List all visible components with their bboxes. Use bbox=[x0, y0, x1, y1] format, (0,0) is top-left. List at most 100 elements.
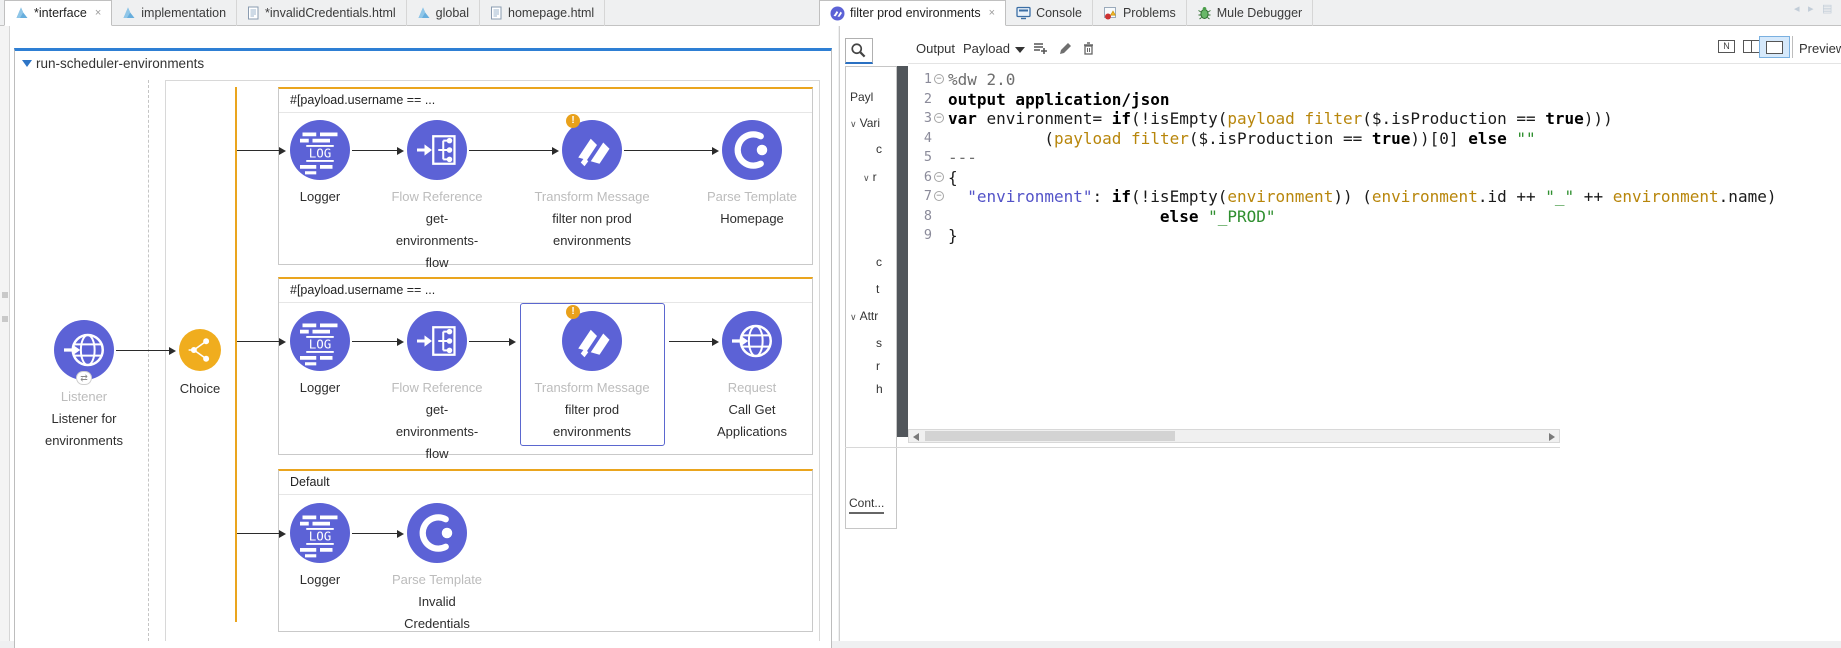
collapsed-palette-strip[interactable] bbox=[0, 26, 10, 641]
split-view-icon[interactable] bbox=[1743, 40, 1760, 53]
left-editor-tabs: *interface × implementation *invalidCrede… bbox=[4, 0, 606, 26]
tree-item-c[interactable]: c bbox=[876, 255, 882, 269]
code-text: --- bbox=[948, 148, 977, 167]
tree-bottom-tab[interactable]: Cont... bbox=[849, 496, 885, 514]
tree-search-button[interactable] bbox=[845, 38, 873, 64]
code-line: 3− var environment= if(!isEmpty(payload f… bbox=[915, 109, 1841, 129]
line-number: 9 bbox=[923, 227, 932, 243]
fold-collapse-icon[interactable]: − bbox=[934, 74, 944, 84]
tree-item-attr[interactable]: ∨ Attr bbox=[850, 309, 878, 323]
tree-item-h[interactable]: h bbox=[876, 382, 883, 396]
flow-arrow bbox=[469, 150, 553, 151]
component-type-label: Parse Template bbox=[391, 572, 483, 587]
tab--invalidcredentials-html[interactable]: *invalidCredentials.html bbox=[237, 0, 407, 26]
scroll-right-icon[interactable] bbox=[1549, 433, 1555, 441]
edit-pencil-icon[interactable] bbox=[1058, 41, 1073, 56]
tab-label: homepage.html bbox=[508, 6, 595, 20]
tab-mule-debugger[interactable]: Mule Debugger bbox=[1187, 0, 1314, 26]
flow-arrowhead bbox=[397, 146, 404, 155]
single-view-icon[interactable] bbox=[1766, 41, 1783, 54]
fold-collapse-icon[interactable]: − bbox=[934, 191, 944, 201]
component-parse-template[interactable] bbox=[722, 120, 782, 180]
component-name-label: flow bbox=[425, 446, 449, 461]
component-name-label: Invalid bbox=[418, 594, 456, 609]
search-icon bbox=[851, 43, 866, 58]
component-parse-template[interactable] bbox=[407, 503, 467, 563]
editor-scrollbar-sash[interactable] bbox=[897, 66, 908, 437]
flow-arrowhead bbox=[397, 529, 404, 538]
tab-global[interactable]: global bbox=[407, 0, 481, 26]
tab-problems[interactable]: Problems bbox=[1093, 0, 1187, 26]
tab-label: Console bbox=[1036, 6, 1082, 20]
tree-item-r[interactable]: r bbox=[876, 359, 880, 373]
add-transformation-icon[interactable] bbox=[1033, 41, 1048, 56]
branch-header-divider bbox=[279, 112, 812, 113]
mule-icon bbox=[15, 6, 29, 20]
component-http-request[interactable] bbox=[722, 311, 782, 371]
horizontal-scrollbar[interactable] bbox=[908, 429, 1560, 443]
tree-item-c[interactable]: c bbox=[876, 142, 882, 156]
palette-handle-icon[interactable] bbox=[2, 316, 8, 322]
source-only-view-icon[interactable]: N bbox=[1718, 40, 1735, 53]
maximize-view-icon[interactable]: ▸ bbox=[1808, 2, 1814, 15]
fold-collapse-icon[interactable]: − bbox=[934, 171, 944, 182]
flow-arrowhead bbox=[712, 146, 719, 155]
palette-handle-icon[interactable] bbox=[2, 292, 8, 298]
single-view-highlight[interactable] bbox=[1759, 36, 1790, 58]
tree-item-vari[interactable]: ∨ Vari bbox=[850, 116, 880, 130]
component-name-label: filter prod bbox=[564, 402, 620, 417]
component-logger[interactable]: LOG bbox=[290, 120, 350, 180]
tree-item-t[interactable]: t bbox=[876, 282, 879, 296]
view-menu-icon[interactable]: ▤ bbox=[1822, 2, 1832, 15]
scroll-left-icon[interactable] bbox=[913, 433, 919, 441]
chevron-down-icon[interactable]: ∨ bbox=[850, 119, 857, 129]
component-flow-ref[interactable] bbox=[407, 120, 467, 180]
flow-arrow bbox=[237, 150, 280, 151]
tab-implementation[interactable]: implementation bbox=[112, 0, 238, 26]
tree-item-r[interactable]: ∨ r bbox=[863, 170, 877, 184]
component-name-label: environments bbox=[552, 233, 632, 248]
redelivery-icon: ⇄ bbox=[76, 371, 92, 385]
code-text: var environment= if(!isEmpty(payload fil… bbox=[948, 109, 1613, 128]
tree-item-payl[interactable]: Payl bbox=[850, 90, 873, 104]
scrollbar-thumb[interactable] bbox=[925, 431, 1175, 441]
minimize-view-icon[interactable]: ◂ bbox=[1794, 2, 1800, 15]
tree-item-label: Attr bbox=[859, 309, 879, 323]
tab-filter-prod-environments[interactable]: filter prod environments × bbox=[819, 0, 1007, 26]
flow-arrowhead bbox=[279, 146, 286, 155]
component-type-label: Parse Template bbox=[706, 189, 798, 204]
fold-collapse-icon[interactable]: − bbox=[934, 113, 944, 123]
close-icon[interactable]: × bbox=[95, 7, 101, 19]
component-choice[interactable] bbox=[179, 329, 221, 371]
flow-arrowhead bbox=[279, 529, 286, 538]
tab-label: Mule Debugger bbox=[1216, 6, 1303, 20]
component-logger[interactable]: LOG bbox=[290, 311, 350, 371]
component-name-label: Call Get bbox=[728, 402, 776, 417]
dw-input-tree-panel[interactable]: Payl ∨ Vari c ∨ r c t ∨ Attr s r h bbox=[845, 66, 897, 529]
component-transform[interactable] bbox=[562, 120, 622, 180]
close-icon[interactable]: × bbox=[989, 7, 995, 19]
tree-item-s[interactable]: s bbox=[876, 336, 882, 350]
component-transform[interactable] bbox=[562, 311, 622, 371]
delete-trash-icon[interactable] bbox=[1081, 41, 1096, 56]
component-name-label: Applications bbox=[716, 424, 788, 439]
dw-payload-label[interactable]: Payload bbox=[963, 41, 1010, 56]
component-flow-ref[interactable] bbox=[407, 311, 467, 371]
tab--interface[interactable]: *interface × bbox=[4, 0, 113, 26]
flow-collapse-icon[interactable] bbox=[22, 60, 32, 67]
tree-item-label: Vari bbox=[859, 116, 881, 130]
flow-arrow bbox=[469, 341, 510, 342]
preview-label[interactable]: Preview bbox=[1799, 41, 1841, 56]
svg-text:LOG: LOG bbox=[309, 337, 332, 352]
component-logger[interactable]: LOG bbox=[290, 503, 350, 563]
tab-homepage-html[interactable]: homepage.html bbox=[480, 0, 606, 26]
component-type-label: Request bbox=[727, 380, 777, 395]
chevron-down-icon[interactable] bbox=[1015, 47, 1025, 53]
chevron-down-icon[interactable]: ∨ bbox=[863, 173, 870, 183]
dw-output-label[interactable]: Output bbox=[916, 41, 955, 56]
tab-console[interactable]: Console bbox=[1006, 0, 1093, 26]
flow-arrowhead bbox=[397, 337, 404, 346]
chevron-down-icon[interactable]: ∨ bbox=[850, 312, 857, 322]
tree-item-label: s bbox=[876, 336, 882, 350]
flow-arrowhead bbox=[169, 346, 176, 355]
